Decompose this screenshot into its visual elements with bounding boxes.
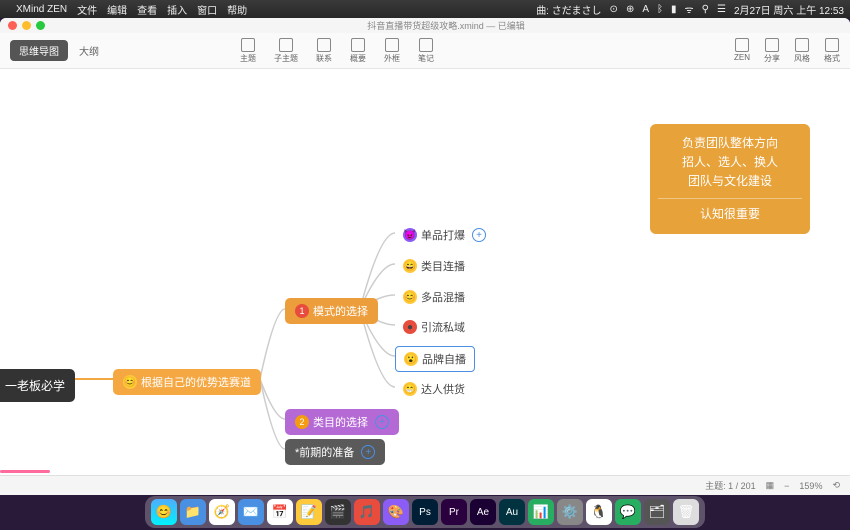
map-icon[interactable]: ▦ <box>766 480 775 491</box>
minimize-icon[interactable] <box>22 21 31 30</box>
dock-notes[interactable]: 📝 <box>296 499 322 525</box>
tab-outline[interactable]: 大纲 <box>70 40 108 61</box>
menu-insert[interactable]: 插入 <box>167 2 187 17</box>
dock-trash[interactable]: 🗑 <box>673 499 699 525</box>
input-icon[interactable]: A <box>642 4 649 15</box>
control-center-icon[interactable]: ☰ <box>717 4 726 15</box>
node-mode[interactable]: 1模式的选择 <box>285 298 378 324</box>
node-leaf[interactable]: 😁达人供货 <box>395 377 473 401</box>
btn-share[interactable]: 分享 <box>764 38 780 64</box>
btn-zen[interactable]: ZEN <box>734 38 750 64</box>
dock-qq[interactable]: 🐧 <box>586 499 612 525</box>
btn-subtopic[interactable]: 子主题 <box>274 38 298 64</box>
dock-audition[interactable]: Au <box>499 499 525 525</box>
node-leaf[interactable]: ●引流私域 <box>395 315 473 339</box>
status-icon[interactable]: ⊕ <box>626 4 634 15</box>
btn-style[interactable]: 风格 <box>794 38 810 64</box>
node-level1[interactable]: 😊根据自己的优势选赛道 <box>113 369 261 395</box>
btn-boundary[interactable]: 外框 <box>384 38 400 64</box>
decoration <box>0 470 50 473</box>
menu-file[interactable]: 文件 <box>77 2 97 17</box>
node-leaf-selected[interactable]: 😮品牌自播 <box>395 346 475 372</box>
mac-menubar: XMind ZEN 文件 编辑 查看 插入 窗口 帮助 曲: さだまさし ⊙ ⊕… <box>0 0 850 18</box>
battery-icon[interactable]: ▮ <box>671 4 677 15</box>
window-title: 抖音直播带货超级攻略.xmind — 已编辑 <box>50 19 842 32</box>
expand-icon[interactable]: + <box>472 228 486 242</box>
maximize-icon[interactable] <box>36 21 45 30</box>
bluetooth-icon[interactable]: ᛒ <box>657 4 663 15</box>
menu-help[interactable]: 帮助 <box>227 2 247 17</box>
wifi-icon[interactable]: ᯤ <box>685 2 694 16</box>
menu-view[interactable]: 查看 <box>137 2 157 17</box>
search-icon[interactable]: ⚲ <box>702 4 709 15</box>
node-leaf[interactable]: 😈单品打爆+ <box>395 223 494 247</box>
dock-app[interactable]: 🗂 <box>644 499 670 525</box>
menu-edit[interactable]: 编辑 <box>107 2 127 17</box>
btn-note[interactable]: 笔记 <box>418 38 434 64</box>
node-root[interactable]: 一老板必学 <box>0 369 75 402</box>
tab-mindmap[interactable]: 思维导图 <box>10 40 68 61</box>
node-category[interactable]: 2类目的选择+ <box>285 409 399 435</box>
dock-safari[interactable]: 🧭 <box>209 499 235 525</box>
expand-icon[interactable]: + <box>375 415 389 429</box>
app-name[interactable]: XMind ZEN <box>16 4 67 15</box>
node-leaf[interactable]: 😄类目连播 <box>395 254 473 278</box>
dock-aftereffects[interactable]: Ae <box>470 499 496 525</box>
btn-relationship[interactable]: 联系 <box>316 38 332 64</box>
dock-fcp[interactable]: 🎬 <box>325 499 351 525</box>
dock-calendar[interactable]: 📅 <box>267 499 293 525</box>
zoom-reset[interactable]: ⟲ <box>832 480 840 491</box>
now-playing[interactable]: 曲: さだまさし <box>536 2 601 17</box>
dock-mail[interactable]: ✉️ <box>238 499 264 525</box>
expand-icon[interactable]: + <box>361 445 375 459</box>
mindmap-canvas[interactable]: 负责团队整体方向 招人、选人、换人 团队与文化建设 认知很重要 一老板必学 😊根… <box>0 69 850 495</box>
topic-count: 主题: 1 / 201 <box>705 479 756 492</box>
dock-music[interactable]: 🎵 <box>354 499 380 525</box>
btn-summary[interactable]: 概要 <box>350 38 366 64</box>
floating-note[interactable]: 负责团队整体方向 招人、选人、换人 团队与文化建设 认知很重要 <box>650 124 810 234</box>
dock-app[interactable]: 🎨 <box>383 499 409 525</box>
toolbar: 思维导图 大纲 主题 子主题 联系 概要 外框 笔记 ZEN 分享 风格 格式 <box>0 33 850 69</box>
datetime[interactable]: 2月27日 周六 上午 12:53 <box>734 2 844 17</box>
dock-premiere[interactable]: Pr <box>441 499 467 525</box>
close-icon[interactable] <box>8 21 17 30</box>
zoom-out[interactable]: − <box>784 481 789 491</box>
dock-settings[interactable]: ⚙️ <box>557 499 583 525</box>
status-icon[interactable]: ⊙ <box>610 4 618 15</box>
dock-app[interactable]: 📊 <box>528 499 554 525</box>
dock: 😊 📁 🧭 ✉️ 📅 📝 🎬 🎵 🎨 Ps Pr Ae Au 📊 ⚙️ 🐧 💬 … <box>145 496 705 528</box>
statusbar: 主题: 1 / 201 ▦ − 159% ⟲ <box>0 475 850 495</box>
dock-finder[interactable]: 😊 <box>151 499 177 525</box>
node-prep[interactable]: *前期的准备+ <box>285 439 385 465</box>
node-leaf[interactable]: 😊多品混播 <box>395 285 473 309</box>
dock-wechat[interactable]: 💬 <box>615 499 641 525</box>
titlebar: 抖音直播带货超级攻略.xmind — 已编辑 <box>0 18 850 33</box>
btn-theme[interactable]: 主题 <box>240 38 256 64</box>
zoom-level[interactable]: 159% <box>799 481 822 491</box>
dock-app[interactable]: 📁 <box>180 499 206 525</box>
app-window: 抖音直播带货超级攻略.xmind — 已编辑 思维导图 大纲 主题 子主题 联系… <box>0 18 850 495</box>
dock-photoshop[interactable]: Ps <box>412 499 438 525</box>
menu-window[interactable]: 窗口 <box>197 2 217 17</box>
btn-format[interactable]: 格式 <box>824 38 840 64</box>
